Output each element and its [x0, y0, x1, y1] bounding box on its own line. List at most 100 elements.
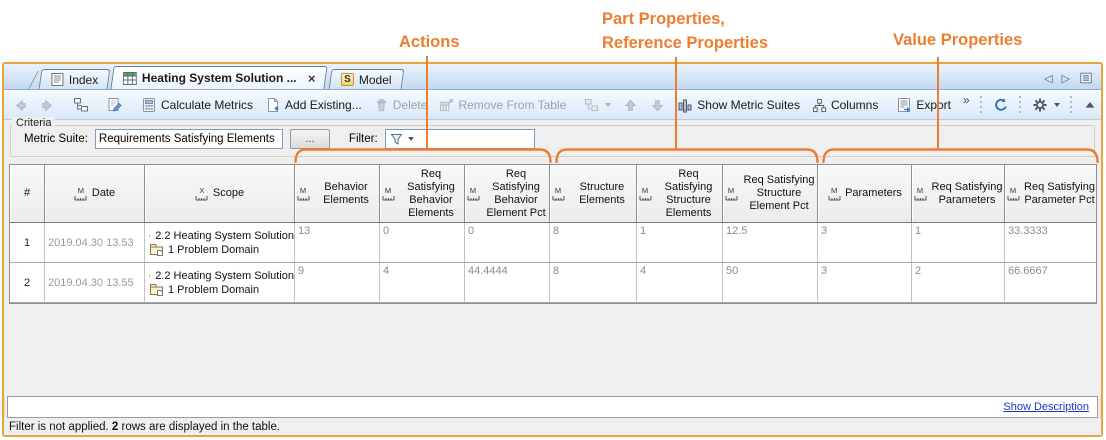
collapse-panel-button[interactable] [1080, 96, 1100, 114]
show-metric-suites-button[interactable]: Show Metric Suites [674, 95, 803, 115]
date-cell[interactable]: 2019.04.30 13.53 [45, 223, 145, 263]
tab-model[interactable]: S Model [328, 69, 403, 89]
bar-chart-icon [677, 97, 693, 113]
column-header-req-satisfying-parameters[interactable]: M Req Satisfying Parameters [912, 165, 1005, 223]
refresh-button[interactable] [990, 95, 1012, 115]
document-list-icon [51, 73, 64, 86]
containment-tree-button[interactable] [70, 95, 92, 115]
show-description-link[interactable]: Show Description [1003, 401, 1089, 413]
ruler-glyph [552, 195, 565, 201]
back-arrow-icon [13, 98, 28, 113]
column-label: Req Satisfying Behavior Element Pct [484, 168, 548, 220]
ruler-glyph [467, 195, 480, 201]
value-cell[interactable]: 13 [295, 223, 380, 263]
close-icon[interactable]: × [308, 71, 316, 86]
column-header-req-satisfying-behavior-element-pct[interactable]: M Req Satisfying Behavior Element Pct [465, 165, 550, 223]
column-label: Scope [213, 187, 244, 200]
columns-button[interactable]: Columns [809, 96, 881, 115]
annotation-part-line1: Part Properties, [602, 7, 768, 31]
table-area: # M Date X Scope [4, 160, 1101, 396]
measure-icon: M [1006, 187, 1020, 201]
ruler-glyph [1007, 195, 1020, 201]
metrics-table: # M Date X Scope [9, 164, 1097, 304]
column-header-req-satisfying-parameter-pct[interactable]: M Req Satisfying Parameter Pct [1005, 165, 1096, 223]
value-cell[interactable]: 4 [637, 263, 723, 303]
row-number-cell[interactable]: 2 [10, 263, 45, 303]
column-header-parameters[interactable]: M Parameters [818, 165, 912, 223]
value-cell[interactable]: 12.5 [723, 223, 818, 263]
settings-gear-button[interactable] [1029, 95, 1063, 115]
tab-strip-decoration [15, 71, 39, 89]
export-button[interactable]: Export [893, 95, 954, 115]
move-down-button[interactable] [647, 96, 668, 115]
value-cell[interactable]: 8 [550, 263, 637, 303]
value-cell[interactable]: 0 [465, 223, 550, 263]
toolbar-overflow-button[interactable]: » [960, 91, 973, 109]
value-cell[interactable]: 1 [912, 223, 1005, 263]
column-header-req-satisfying-behavior-elements[interactable]: M Req Satisfying Behavior Elements [380, 165, 465, 223]
nav-forward-button[interactable] [37, 96, 58, 115]
value-cell[interactable]: 8 [550, 223, 637, 263]
value-cell[interactable]: 50 [723, 263, 818, 303]
ruler-glyph [828, 195, 841, 201]
column-header-structure-elements[interactable]: M Structure Elements [550, 165, 637, 223]
filter-input[interactable] [385, 129, 535, 149]
status-bar: Filter is not applied. 2 rows are displa… [4, 418, 1101, 435]
value-cell[interactable]: 66.6667 [1005, 263, 1096, 303]
column-header-date[interactable]: M Date [45, 165, 145, 223]
column-label: # [24, 187, 30, 200]
value-cell[interactable]: 2 [912, 263, 1005, 303]
collapse-triangle-icon [1083, 98, 1097, 112]
tab-index[interactable]: Index [39, 69, 111, 89]
edit-document-button[interactable] [104, 95, 126, 115]
refresh-icon [993, 97, 1009, 113]
tab-heating-system-solution[interactable]: Heating System Solution ... × [111, 66, 329, 89]
table-row: 1 2019.04.30 13.53 2.2 Heating System So… [10, 223, 1096, 263]
value-cell[interactable]: 44.4444 [465, 263, 550, 303]
column-header-scope[interactable]: X Scope [145, 165, 295, 223]
tab-list-icon[interactable] [1079, 71, 1093, 85]
move-to-dropdown-button[interactable] [581, 96, 614, 115]
toolbar-separator [979, 96, 984, 114]
column-header-req-satisfying-structure-elements[interactable]: M Req Satisfying Structure Elements [637, 165, 723, 223]
value-cell[interactable]: 3 [818, 263, 912, 303]
value-cell[interactable]: 33.3333 [1005, 223, 1096, 263]
date-cell[interactable]: 2019.04.30 13.55 [45, 263, 145, 303]
metric-suite-label: Metric Suite: [24, 133, 88, 145]
add-existing-button[interactable]: Add Existing... [262, 95, 365, 115]
value-cell[interactable]: 4 [380, 263, 465, 303]
toolbar-separator [1069, 96, 1074, 114]
export-icon [896, 97, 912, 113]
column-label: Req Satisfying Parameter Pct [1024, 181, 1095, 207]
value-cell[interactable]: 9 [295, 263, 380, 303]
remove-from-table-button[interactable]: Remove From Table [436, 96, 569, 115]
value-cell[interactable]: 1 [637, 223, 723, 263]
table-icon [123, 72, 137, 85]
columns-icon [812, 98, 827, 113]
prev-tab-icon[interactable]: ◁ [1044, 72, 1052, 85]
nav-back-button[interactable] [10, 96, 31, 115]
ruler-glyph [195, 195, 208, 201]
column-header-number[interactable]: # [10, 165, 45, 223]
column-header-req-satisfying-structure-element-pct[interactable]: M Req Satisfying Structure Element Pct [723, 165, 818, 223]
column-header-behavior-elements[interactable]: M Behavior Elements [295, 165, 380, 223]
move-up-button[interactable] [620, 96, 641, 115]
metric-suite-input[interactable] [95, 129, 283, 149]
value-cell[interactable]: 3 [818, 223, 912, 263]
measure-icon: M [827, 187, 841, 201]
calculate-metrics-button[interactable]: Calculate Metrics [138, 95, 256, 115]
delete-button[interactable]: Delete [371, 96, 431, 115]
metric-suite-browse-button[interactable]: ... [290, 129, 330, 149]
value-cell[interactable]: 0 [380, 223, 465, 263]
package-icon [149, 229, 151, 242]
scope-cell[interactable]: 2.2 Heating System Solution 1 Problem Do… [145, 263, 295, 303]
row-number-cell[interactable]: 1 [10, 223, 45, 263]
tab-label: Heating System Solution ... [142, 71, 297, 85]
next-tab-icon[interactable]: ▷ [1062, 72, 1070, 85]
column-label: Structure Elements [569, 181, 635, 207]
export-label: Export [916, 98, 951, 112]
measure-icon: M [466, 187, 480, 201]
calculator-icon [141, 97, 157, 113]
tab-label: Index [69, 73, 98, 87]
scope-cell[interactable]: 2.2 Heating System Solution 1 Problem Do… [145, 223, 295, 263]
